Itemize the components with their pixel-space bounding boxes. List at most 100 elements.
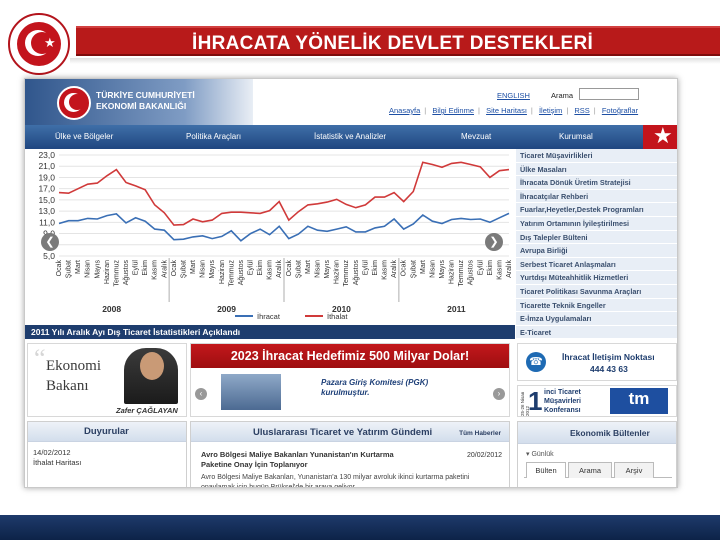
announcement-date: 14/02/2012 — [33, 448, 71, 457]
nav-ulke[interactable]: Ülke ve Bölgeler — [55, 132, 113, 141]
side-menu-item[interactable]: Ticarette Teknik Engeller — [516, 299, 677, 313]
x-tick-label: Eylül — [133, 260, 140, 276]
tab-arsiv[interactable]: Arşiv — [614, 462, 654, 478]
chart-prev-button[interactable]: ❮ — [41, 233, 59, 251]
link-fotograflar[interactable]: Fotoğraflar — [602, 106, 638, 115]
banner-title: 2023 İhracat Hedefimiz 500 Milyar Dolar! — [191, 344, 509, 368]
contact-phone: 444 43 63 — [590, 364, 628, 374]
slide-title-bar: İHRACATA YÖNELİK DEVLET DESTEKLERİ — [76, 26, 720, 56]
side-menu-item[interactable]: İhracata Dönük Üretim Stratejisi — [516, 176, 677, 190]
announcements-panel: Duyurular 14/02/2012 İthalat Haritası — … — [27, 421, 187, 488]
english-link[interactable]: ENGLISH — [497, 91, 530, 100]
tab-bulten[interactable]: Bülten — [526, 462, 566, 478]
x-tick-label: Kasım — [152, 260, 159, 280]
side-menu-item[interactable]: Fuarlar,Heyetler,Destek Programları — [516, 203, 677, 217]
x-tick-label: Ocak — [286, 260, 293, 277]
side-menu-item[interactable]: İhracatçılar Rehberi — [516, 190, 677, 204]
x-tick-label: Aralık — [391, 260, 398, 278]
contact-point[interactable]: ☎ İhracat İletişim Noktası 444 43 63 — [517, 343, 677, 381]
tab-arama[interactable]: Arama — [568, 462, 612, 478]
bulletins-group[interactable]: ▾ Günlük — [526, 450, 554, 458]
side-menu-item[interactable]: E-Ticaret — [516, 326, 677, 340]
contact-title: İhracat İletişim Noktası — [562, 352, 655, 362]
side-menu-item[interactable]: Serbest Ticaret Anlaşmaları — [516, 258, 677, 272]
nav-politika[interactable]: Politika Araçları — [186, 132, 241, 141]
x-tick-label: Temmuz — [343, 260, 350, 287]
link-site-haritasi[interactable]: Site Haritası — [486, 106, 527, 115]
bulletins-group-label: Günlük — [531, 451, 554, 458]
x-tick-label: Nisan — [85, 260, 92, 278]
conference-banner[interactable]: 25-26 Nisan 2012 1 inci Ticaret Müşavirl… — [517, 385, 677, 417]
y-tick-label: 13,0 — [38, 206, 55, 216]
bulletins-panel: Ekonomik Bültenler ▾ Günlük Bülten Arama… — [517, 421, 677, 487]
side-menu-item[interactable]: Avrupa Birliği — [516, 244, 677, 258]
chart-next-button[interactable]: ❯ — [485, 233, 503, 251]
x-tick-label: Ağustos — [353, 260, 360, 286]
main-nav: Ülke ve Bölgeler Politika Araçları İstat… — [25, 123, 677, 149]
banner-sub-1: Pazara Giriş Komitesi (PGK) — [321, 378, 429, 387]
crescent-logo-icon — [57, 86, 91, 120]
minister-face — [140, 352, 164, 380]
building-photo — [221, 374, 281, 410]
y-tick-label: 21,0 — [38, 161, 55, 171]
side-menu-item[interactable]: Yatırım Ortamının İyileştirilmesi — [516, 217, 677, 231]
banner-prev-icon[interactable]: ‹ — [195, 388, 207, 400]
side-menu-item[interactable]: Dış Talepler Bülteni — [516, 231, 677, 245]
series-line-ihracat — [58, 212, 510, 242]
minister-box[interactable]: “ Ekonomi Bakanı Zafer ÇAĞLAYAN — [27, 343, 187, 417]
trade-line-chart: 23,021,019,017,015,013,011,09,07,05,0Oca… — [38, 150, 513, 321]
x-tick-label: Kasım — [267, 260, 274, 280]
link-iletisim[interactable]: İletişim — [539, 106, 562, 115]
phone-icon: ☎ — [526, 352, 546, 372]
x-tick-label: Şubat — [410, 260, 417, 278]
x-tick-label: Temmuz — [228, 260, 235, 287]
side-menu-item[interactable]: Ticaret Politikası Savunma Araçları — [516, 285, 677, 299]
side-menu-item[interactable]: Ticaret Müşavirlikleri — [516, 149, 677, 163]
logo-line-1: TÜRKİYE CUMHURİYETİ — [96, 90, 195, 100]
agenda-date: 20/02/2012 — [467, 452, 503, 459]
x-tick-label: Haziran — [104, 260, 111, 284]
all-news-link[interactable]: Tüm Haberler — [459, 430, 501, 437]
x-tick-label: Haziran — [334, 260, 341, 284]
year-label: 2009 — [217, 304, 236, 314]
banner-next-icon[interactable]: › — [493, 388, 505, 400]
chart-caption[interactable]: 2011 Yılı Aralık Ayı Dış Ticaret İstatis… — [25, 325, 515, 339]
news-banner[interactable]: 2023 İhracat Hedefimiz 500 Milyar Dolar!… — [190, 343, 510, 417]
nav-mevzuat[interactable]: Mevzuat — [461, 132, 491, 141]
x-tick-label: Mart — [190, 260, 197, 274]
x-tick-label: Ocak — [171, 260, 178, 277]
agenda-headline[interactable]: Avro Bölgesi Maliye Bakanları Yunanistan… — [201, 450, 409, 470]
x-tick-label: Nisan — [315, 260, 322, 278]
side-menu-item[interactable]: Yurtdışı Müteahhitlik Hizmetleri — [516, 271, 677, 285]
search-input[interactable] — [579, 88, 639, 100]
top-links: Anasayfa | Bilgi Edinme | Site Haritası | İ… — [389, 106, 639, 115]
x-tick-label: Aralık — [276, 260, 283, 278]
nav-istatistik[interactable]: İstatistik ve Analizler — [314, 132, 386, 141]
x-tick-label: Haziran — [219, 260, 226, 284]
title-divider — [70, 58, 720, 64]
series-line-ithalat — [58, 161, 510, 226]
x-tick-label: Şubat — [66, 260, 73, 278]
x-tick-label: Kasım — [496, 260, 503, 280]
x-tick-label: Kasım — [382, 260, 389, 280]
side-menu-item[interactable]: Ülke Masaları — [516, 163, 677, 177]
site-logo[interactable]: TÜRKİYE CUMHURİYETİ EKONOMİ BAKANLIĞI — [25, 79, 253, 125]
search-label: Arama — [551, 91, 574, 100]
link-bilgi-edinme[interactable]: Bilgi Edinme — [432, 106, 474, 115]
nav-kurumsal[interactable]: Kurumsal — [559, 132, 593, 141]
x-tick-label: Ocak — [401, 260, 408, 277]
trade-chart: 23,021,019,017,015,013,011,09,07,05,0Oca… — [25, 149, 515, 325]
announcement-item[interactable]: İthalat Haritası — [33, 458, 81, 467]
banner-sub-2: kurulmuştur. — [321, 388, 370, 397]
x-tick-label: Eylül — [247, 260, 254, 276]
x-tick-label: Ekim — [142, 260, 149, 276]
link-rss[interactable]: RSS — [574, 106, 589, 115]
dashed-separator: — — — — — — — — — — — — [33, 484, 172, 488]
x-tick-label: Ağustos — [468, 260, 475, 286]
slide-title: İHRACATA YÖNELİK DEVLET DESTEKLERİ — [192, 33, 594, 54]
x-tick-label: Mart — [420, 260, 427, 274]
link-anasayfa[interactable]: Anasayfa — [389, 106, 420, 115]
y-tick-label: 15,0 — [38, 195, 55, 205]
side-menu-item[interactable]: E-İmza Uygulamaları — [516, 312, 677, 326]
x-tick-label: Nisan — [429, 260, 436, 278]
